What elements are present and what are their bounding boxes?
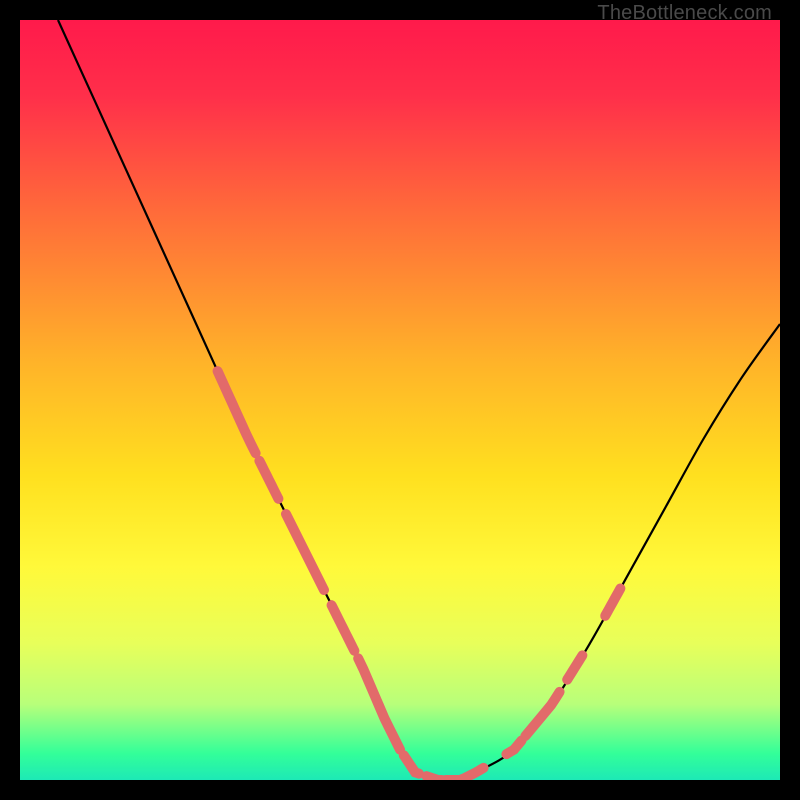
highlight-dashes	[218, 371, 621, 780]
watermark-text: TheBottleneck.com	[597, 2, 772, 25]
highlight-dash	[259, 461, 278, 499]
highlight-dash	[218, 371, 256, 453]
highlight-dash	[446, 768, 484, 780]
highlight-dash	[525, 692, 559, 736]
highlight-dash	[567, 655, 582, 679]
highlight-dash	[286, 514, 324, 590]
chart-frame	[20, 20, 780, 780]
highlight-dash	[427, 776, 442, 780]
bottleneck-curve	[20, 20, 780, 780]
highlight-dash	[506, 740, 521, 754]
plot-area	[20, 20, 780, 780]
highlight-dash	[404, 755, 419, 773]
curve-line	[58, 20, 780, 780]
highlight-dash	[358, 658, 400, 749]
highlight-dash	[332, 605, 355, 651]
highlight-dash	[605, 588, 620, 615]
